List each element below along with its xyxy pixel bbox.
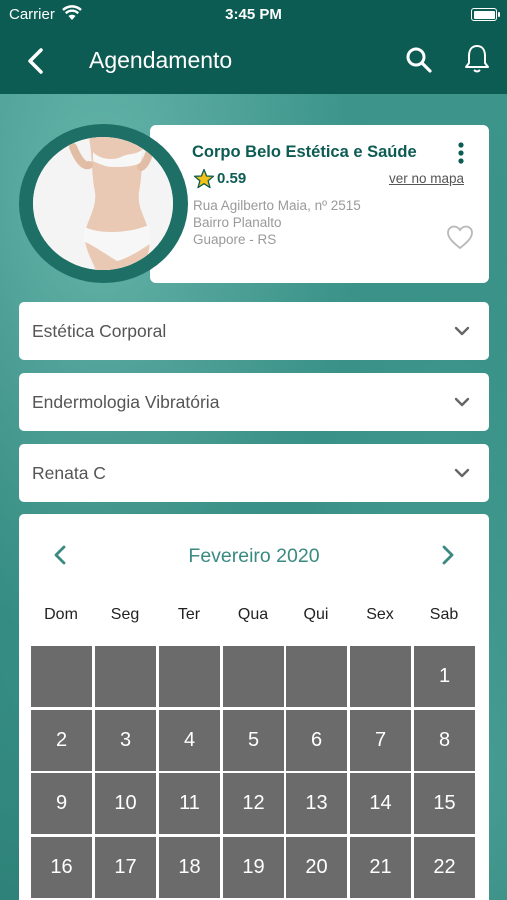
professional-select[interactable]: Renata C bbox=[19, 444, 489, 502]
view-on-map-link[interactable]: ver no mapa bbox=[389, 171, 464, 186]
calendar-day[interactable]: 19 bbox=[223, 837, 284, 898]
calendar-day[interactable]: 2 bbox=[31, 710, 92, 771]
calendar-day[interactable]: 7 bbox=[350, 710, 411, 771]
weekday-label: Dom bbox=[44, 606, 78, 623]
chevron-right-icon[interactable] bbox=[437, 542, 459, 568]
bell-icon[interactable] bbox=[461, 42, 493, 76]
calendar-day[interactable]: 20 bbox=[286, 837, 347, 898]
service-select[interactable]: Endermologia Vibratória bbox=[19, 373, 489, 431]
calendar-day[interactable]: 3 bbox=[95, 710, 156, 771]
calendar: Fevereiro 2020 Dom Seg Ter Qua Qui Sex Sab 123… bbox=[19, 514, 489, 900]
status-time: 3:45 PM bbox=[225, 6, 282, 23]
calendar-day[interactable]: 18 bbox=[159, 837, 220, 898]
calendar-empty-cell bbox=[286, 646, 347, 707]
chevron-down-icon bbox=[454, 326, 470, 336]
clinic-name: Corpo Belo Estética e Saúde bbox=[192, 143, 417, 161]
status-bar: Carrier 3:45 PM bbox=[0, 0, 507, 30]
calendar-day[interactable]: 1 bbox=[414, 646, 475, 707]
calendar-empty-cell bbox=[159, 646, 220, 707]
page-title: Agendamento bbox=[89, 47, 233, 73]
address-neighborhood: Bairro Planalto bbox=[193, 215, 282, 230]
calendar-day[interactable]: 16 bbox=[31, 837, 92, 898]
calendar-empty-cell bbox=[223, 646, 284, 707]
calendar-month-label: Fevereiro 2020 bbox=[188, 545, 320, 567]
weekday-label: Seg bbox=[110, 606, 140, 623]
calendar-day[interactable]: 10 bbox=[95, 773, 156, 834]
weekday-label: Sab bbox=[429, 606, 459, 623]
calendar-day[interactable]: 5 bbox=[223, 710, 284, 771]
calendar-day[interactable]: 11 bbox=[159, 773, 220, 834]
clinic-rating: 0.59 bbox=[217, 170, 247, 187]
service-value: Endermologia Vibratória bbox=[32, 392, 220, 412]
body-silhouette-image bbox=[33, 137, 173, 270]
weekday-label: Sex bbox=[366, 606, 394, 623]
more-options-icon[interactable] bbox=[454, 141, 468, 165]
calendar-empty-cell bbox=[350, 646, 411, 707]
calendar-day[interactable]: 12 bbox=[223, 773, 284, 834]
calendar-empty-cell bbox=[31, 646, 92, 707]
service-category-select[interactable]: Estética Corporal bbox=[19, 302, 489, 360]
address-city: Guapore - RS bbox=[193, 232, 277, 247]
clinic-avatar bbox=[33, 137, 173, 270]
professional-value: Renata C bbox=[32, 463, 106, 483]
navigation-bar: Agendamento bbox=[0, 30, 507, 94]
search-icon[interactable] bbox=[403, 44, 435, 76]
calendar-day[interactable]: 22 bbox=[414, 837, 475, 898]
address-street: Rua Agilberto Maia, nº 2515 bbox=[193, 198, 361, 213]
star-icon bbox=[193, 168, 215, 189]
calendar-day[interactable]: 8 bbox=[414, 710, 475, 771]
weekday-label: Qua bbox=[237, 606, 269, 623]
calendar-day[interactable]: 15 bbox=[414, 773, 475, 834]
calendar-day[interactable]: 4 bbox=[159, 710, 220, 771]
chevron-down-icon bbox=[454, 397, 470, 407]
weekday-label: Ter bbox=[177, 606, 201, 623]
calendar-day[interactable]: 14 bbox=[350, 773, 411, 834]
chevron-down-icon bbox=[454, 468, 470, 478]
calendar-empty-cell bbox=[95, 646, 156, 707]
back-arrow-icon[interactable] bbox=[20, 44, 54, 78]
battery-icon bbox=[471, 8, 500, 21]
calendar-day[interactable]: 13 bbox=[286, 773, 347, 834]
calendar-day[interactable]: 17 bbox=[95, 837, 156, 898]
calendar-day[interactable]: 9 bbox=[31, 773, 92, 834]
service-category-value: Estética Corporal bbox=[32, 321, 167, 341]
heart-icon[interactable] bbox=[446, 224, 474, 250]
calendar-day[interactable]: 21 bbox=[350, 837, 411, 898]
weekday-label: Qui bbox=[303, 606, 329, 623]
calendar-day[interactable]: 6 bbox=[286, 710, 347, 771]
